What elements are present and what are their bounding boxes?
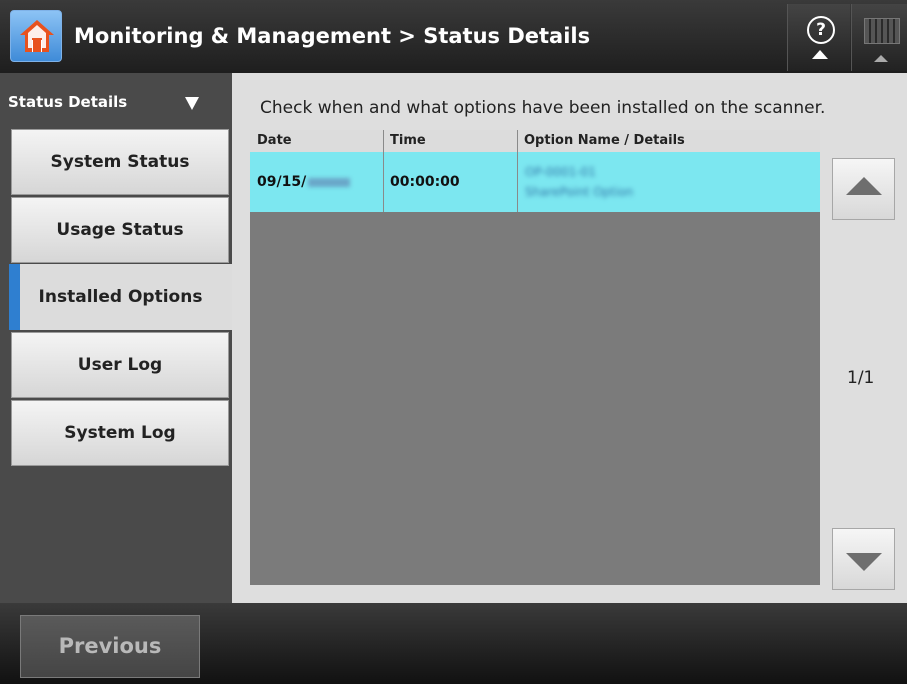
home-button[interactable]	[10, 10, 62, 62]
help-button[interactable]: ?	[787, 4, 850, 71]
column-divider	[383, 130, 384, 212]
expand-up-icon	[812, 50, 828, 59]
row-details: OP-0001-01 SharePoint Option	[525, 162, 633, 202]
previous-button[interactable]: Previous	[20, 615, 200, 678]
sidebar-item-system-log[interactable]: System Log	[11, 400, 229, 466]
dropdown-arrow-icon	[185, 97, 199, 110]
column-header-date: Date	[257, 133, 292, 148]
sidebar-header-label: Status Details	[8, 93, 128, 111]
scroll-up-button[interactable]	[832, 158, 895, 220]
table-header: Date Time Option Name / Details	[250, 130, 820, 152]
scroll-down-button[interactable]	[832, 528, 895, 590]
sidebar-item-installed-options[interactable]: Installed Options	[9, 264, 232, 330]
keyboard-button[interactable]	[851, 4, 907, 71]
redacted-year	[308, 177, 351, 187]
main-panel: Check when and what options have been in…	[232, 73, 907, 603]
row-time: 00:00:00	[390, 174, 460, 190]
row-date-text: 09/15/	[257, 174, 307, 190]
table-row[interactable]: 09/15/ 00:00:00 OP-0001-01 SharePoint Op…	[250, 152, 820, 212]
page-title: Monitoring & Management > Status Details	[74, 24, 591, 48]
sidebar: Status Details System Status Usage Statu…	[0, 73, 232, 603]
column-divider	[517, 130, 518, 212]
footer-bar: Previous	[0, 603, 907, 684]
column-header-details: Option Name / Details	[524, 133, 685, 148]
expand-up-icon	[874, 55, 888, 62]
sidebar-item-user-log[interactable]: User Log	[11, 332, 229, 398]
page-indicator: 1/1	[847, 368, 875, 388]
header-bar: Monitoring & Management > Status Details…	[0, 0, 907, 73]
help-icon: ?	[807, 16, 835, 44]
arrow-up-icon	[846, 177, 882, 195]
sidebar-dropdown[interactable]: Status Details	[0, 73, 232, 127]
row-details-line2: SharePoint Option	[525, 185, 634, 199]
column-header-time: Time	[390, 133, 426, 148]
sidebar-item-usage-status[interactable]: Usage Status	[11, 197, 229, 263]
keyboard-icon	[864, 18, 900, 44]
home-icon	[20, 20, 54, 52]
installed-options-table: Date Time Option Name / Details 09/15/ 0…	[250, 130, 820, 585]
sidebar-item-system-status[interactable]: System Status	[11, 129, 229, 195]
page-description: Check when and what options have been in…	[260, 98, 826, 118]
arrow-down-icon	[846, 553, 882, 571]
row-details-line1: OP-0001-01	[525, 165, 596, 179]
row-date: 09/15/	[250, 152, 383, 212]
